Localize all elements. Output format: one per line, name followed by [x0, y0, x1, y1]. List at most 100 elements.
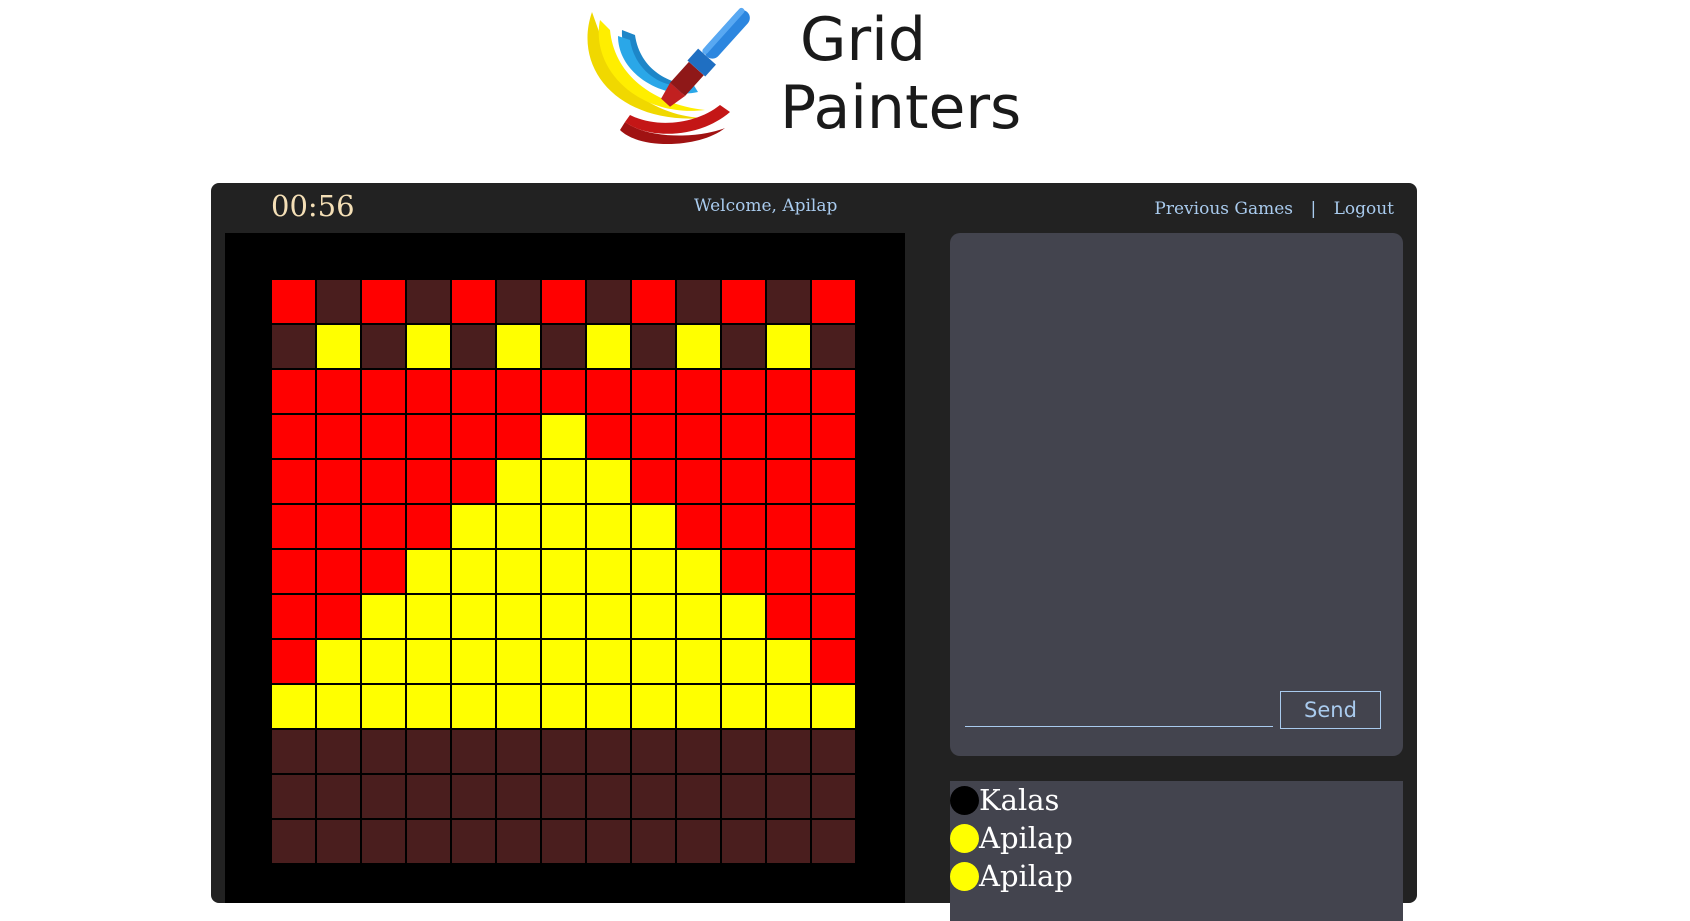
grid-cell[interactable]	[586, 729, 631, 774]
grid-cell[interactable]	[676, 729, 721, 774]
grid-cell[interactable]	[406, 729, 451, 774]
grid-cell[interactable]	[586, 684, 631, 729]
grid-cell[interactable]	[361, 279, 406, 324]
grid-cell[interactable]	[721, 594, 766, 639]
grid-cell[interactable]	[586, 639, 631, 684]
grid-cell[interactable]	[631, 819, 676, 864]
grid-cell[interactable]	[541, 279, 586, 324]
grid-cell[interactable]	[766, 729, 811, 774]
grid-cell[interactable]	[361, 684, 406, 729]
grid-cell[interactable]	[361, 594, 406, 639]
grid-cell[interactable]	[451, 729, 496, 774]
grid-cell[interactable]	[811, 729, 856, 774]
grid-cell[interactable]	[361, 774, 406, 819]
grid-cell[interactable]	[766, 774, 811, 819]
grid-cell[interactable]	[541, 549, 586, 594]
grid-cell[interactable]	[406, 639, 451, 684]
grid-cell[interactable]	[676, 414, 721, 459]
grid-cell[interactable]	[631, 639, 676, 684]
grid-cell[interactable]	[406, 324, 451, 369]
grid-cell[interactable]	[406, 459, 451, 504]
grid-cell[interactable]	[676, 459, 721, 504]
grid-cell[interactable]	[406, 549, 451, 594]
grid-cell[interactable]	[541, 594, 586, 639]
grid-cell[interactable]	[676, 279, 721, 324]
grid-cell[interactable]	[451, 639, 496, 684]
grid-cell[interactable]	[541, 729, 586, 774]
grid-cell[interactable]	[541, 684, 586, 729]
grid-cell[interactable]	[541, 324, 586, 369]
grid-cell[interactable]	[316, 414, 361, 459]
grid-cell[interactable]	[496, 594, 541, 639]
grid-cell[interactable]	[631, 414, 676, 459]
grid-cell[interactable]	[631, 594, 676, 639]
grid-cell[interactable]	[496, 639, 541, 684]
grid-cell[interactable]	[631, 459, 676, 504]
grid-cell[interactable]	[451, 414, 496, 459]
grid-cell[interactable]	[631, 369, 676, 414]
grid-cell[interactable]	[361, 369, 406, 414]
grid-cell[interactable]	[721, 729, 766, 774]
grid-cell[interactable]	[316, 594, 361, 639]
grid-cell[interactable]	[586, 324, 631, 369]
grid-cell[interactable]	[766, 594, 811, 639]
grid-cell[interactable]	[541, 639, 586, 684]
grid-cell[interactable]	[631, 729, 676, 774]
grid-cell[interactable]	[271, 369, 316, 414]
grid-cell[interactable]	[496, 459, 541, 504]
grid-cell[interactable]	[361, 414, 406, 459]
grid-cell[interactable]	[721, 639, 766, 684]
grid-cell[interactable]	[631, 549, 676, 594]
grid-cell[interactable]	[406, 279, 451, 324]
grid-cell[interactable]	[721, 774, 766, 819]
grid-cell[interactable]	[271, 414, 316, 459]
grid-cell[interactable]	[766, 639, 811, 684]
grid-cell[interactable]	[811, 279, 856, 324]
grid-cell[interactable]	[766, 414, 811, 459]
grid-cell[interactable]	[316, 549, 361, 594]
grid-cell[interactable]	[676, 639, 721, 684]
grid-cell[interactable]	[676, 504, 721, 549]
grid-cell[interactable]	[496, 279, 541, 324]
grid-cell[interactable]	[676, 684, 721, 729]
grid-cell[interactable]	[766, 819, 811, 864]
logout-link[interactable]: Logout	[1334, 199, 1394, 219]
grid-cell[interactable]	[361, 459, 406, 504]
grid-cell[interactable]	[766, 279, 811, 324]
grid-cell[interactable]	[271, 729, 316, 774]
grid-cell[interactable]	[721, 369, 766, 414]
grid-cell[interactable]	[766, 369, 811, 414]
grid-cell[interactable]	[451, 279, 496, 324]
grid-cell[interactable]	[271, 504, 316, 549]
grid-cell[interactable]	[811, 459, 856, 504]
grid-cell[interactable]	[811, 369, 856, 414]
grid-cell[interactable]	[361, 504, 406, 549]
grid-cell[interactable]	[496, 414, 541, 459]
grid-cell[interactable]	[676, 594, 721, 639]
grid-cell[interactable]	[541, 504, 586, 549]
grid-cell[interactable]	[271, 549, 316, 594]
grid-cell[interactable]	[451, 594, 496, 639]
grid-cell[interactable]	[361, 819, 406, 864]
grid-cell[interactable]	[721, 324, 766, 369]
grid-cell[interactable]	[811, 684, 856, 729]
send-button[interactable]: Send	[1280, 691, 1381, 729]
grid-cell[interactable]	[361, 729, 406, 774]
grid-cell[interactable]	[631, 684, 676, 729]
grid-cell[interactable]	[406, 594, 451, 639]
grid-cell[interactable]	[586, 549, 631, 594]
grid-cell[interactable]	[541, 774, 586, 819]
grid-cell[interactable]	[586, 459, 631, 504]
grid-cell[interactable]	[271, 639, 316, 684]
grid-cell[interactable]	[496, 324, 541, 369]
grid-cell[interactable]	[271, 684, 316, 729]
grid-cell[interactable]	[451, 549, 496, 594]
grid-cell[interactable]	[766, 504, 811, 549]
grid-cell[interactable]	[406, 774, 451, 819]
grid-cell[interactable]	[811, 639, 856, 684]
grid-cell[interactable]	[586, 504, 631, 549]
grid-cell[interactable]	[406, 684, 451, 729]
grid-cell[interactable]	[721, 549, 766, 594]
grid-cell[interactable]	[316, 729, 361, 774]
grid-cell[interactable]	[406, 819, 451, 864]
